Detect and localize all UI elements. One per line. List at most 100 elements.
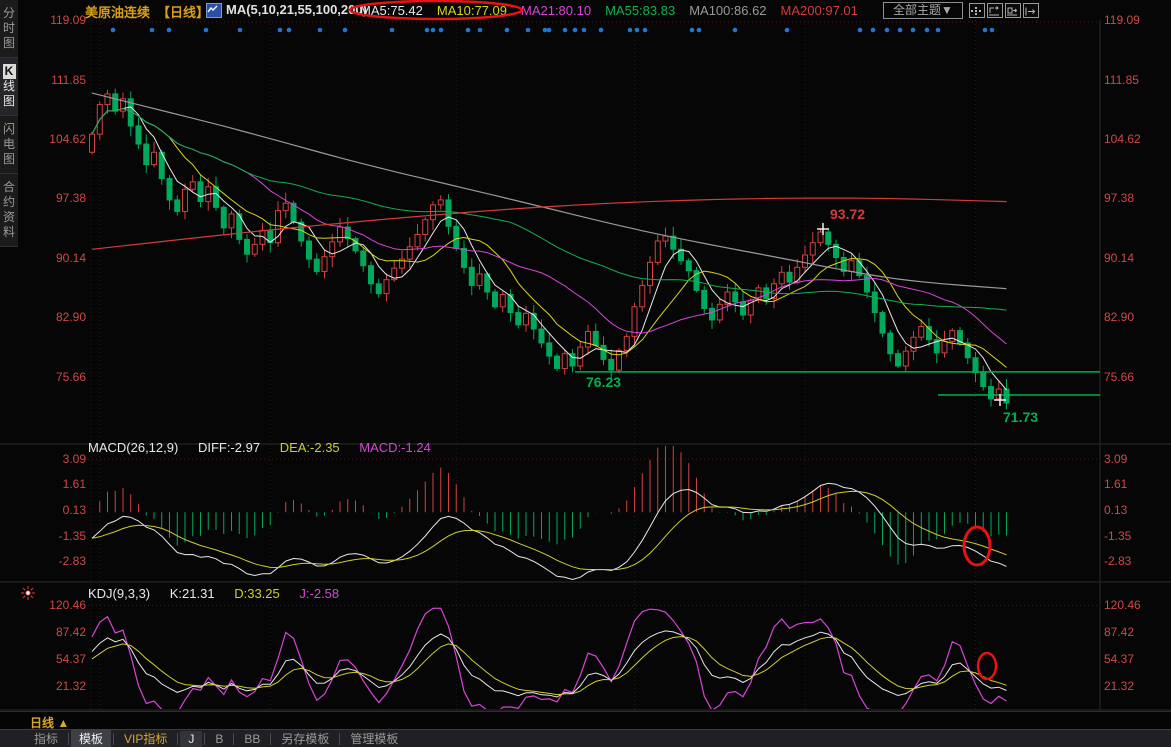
sidebar-item-char: 时: [0, 21, 18, 36]
macd-axis-label-right: -1.35: [1104, 529, 1131, 543]
macd-axis-label-right: 0.13: [1104, 503, 1127, 517]
symbol-title[interactable]: 美原油连续: [85, 2, 150, 21]
toolbar-divider: [233, 733, 234, 745]
kdj-name[interactable]: KDJ(9,3,3): [88, 586, 150, 601]
toolbar-tab-管理模板[interactable]: 管理模板: [342, 729, 406, 747]
macd-axis-label-left: 3.09: [26, 452, 86, 466]
toolbar-tab-VIP指标[interactable]: VIP指标: [116, 729, 175, 747]
sidebar-item-合约资料[interactable]: 合约资料: [0, 174, 18, 247]
indicator-chart-icon[interactable]: [206, 3, 222, 18]
toolbar-divider: [270, 733, 271, 745]
toolbar-divider: [113, 733, 114, 745]
gridlines: [0, 20, 1171, 710]
macd-axis-label-left: 1.61: [26, 477, 86, 491]
price-axis-label-left: 97.38: [26, 191, 86, 205]
macd-axis-label-left: 0.13: [26, 503, 86, 517]
support-lines: [575, 372, 1100, 395]
price-axis-label-left: 111.85: [26, 73, 86, 87]
sidebar-item-分时图[interactable]: 分时图: [0, 0, 18, 58]
low-price-annotation: 71.73: [1003, 409, 1038, 425]
kdj-axis-label-right: 54.37: [1104, 652, 1134, 666]
sidebar-item-K线图[interactable]: K线图: [0, 58, 18, 116]
peak-marker-icon: [817, 223, 829, 235]
macd-cross-circle-annotation: [964, 527, 990, 565]
sidebar-item-char: K: [0, 64, 18, 79]
kdj-axis-label-left: 120.46: [26, 598, 86, 612]
ma-lines: [92, 93, 1007, 390]
chart-header: 美原油连续 【日线】 MA(5,10,21,55,100,200) MA5:75…: [0, 0, 1171, 20]
macd-macd-value: MACD:-1.24: [359, 440, 431, 455]
compress-x-icon[interactable]: [987, 3, 1003, 18]
sidebar-item-char: 图: [0, 94, 18, 109]
toolbar-tab-BB[interactable]: BB: [236, 731, 268, 747]
ma-value: MA5:75.42: [360, 3, 423, 18]
macd-axis-label-right: 3.09: [1104, 452, 1127, 466]
sidebar-item-闪电图[interactable]: 闪电图: [0, 116, 18, 174]
sidebar-item-char: 图: [0, 152, 18, 167]
sidebar-item-char: 资: [0, 210, 18, 225]
toolbar-divider: [204, 733, 205, 745]
bottom-toolbar: 指标模板VIP指标JBBB另存模板管理模板: [0, 729, 1171, 747]
sidebar-item-char: 分: [0, 6, 18, 21]
price-axis-label-left: 90.14: [26, 251, 86, 265]
pan-right-icon[interactable]: [1023, 3, 1039, 18]
macd-header: MACD(26,12,9) DIFF:-2.97 DEA:-2.35 MACD:…: [88, 440, 447, 455]
kdj-cross-circle-annotation: [978, 653, 996, 679]
kdj-axis-label-right: 120.46: [1104, 598, 1141, 612]
sidebar-item-char: 图: [0, 36, 18, 51]
price-axis-label-left: 75.66: [26, 370, 86, 384]
sidebar-item-char: 闪: [0, 122, 18, 137]
ma-value: MA10:77.09: [437, 3, 507, 18]
ma-values: MA5:75.42 MA10:77.09 MA21:80.10 MA55:83.83 M…: [360, 2, 872, 20]
ma-value: MA100:86.62: [689, 3, 766, 18]
toolbar-divider: [68, 733, 69, 745]
peak-price-annotation: 93.72: [830, 206, 865, 222]
macd-axis-label-left: -1.35: [26, 529, 86, 543]
kdj-axis-label-right: 87.42: [1104, 625, 1134, 639]
toolbar-divider: [177, 733, 178, 745]
price-axis-label-right: 111.85: [1104, 73, 1139, 87]
toolbar-tab-B[interactable]: B: [207, 731, 231, 747]
candlesticks: [90, 89, 1010, 410]
sidebar-item-char: 线: [0, 79, 18, 94]
pane-layout-icon[interactable]: [969, 3, 985, 18]
kdj-axis-label-left: 54.37: [26, 652, 86, 666]
support-price-annotation: 76.23: [586, 374, 621, 390]
toolbar-tab-模板[interactable]: 模板: [71, 729, 111, 747]
price-axis-label-right: 75.66: [1104, 370, 1134, 384]
macd-panel: [92, 441, 1007, 579]
price-axis-label-left: 104.62: [26, 132, 86, 146]
sidebar-item-char: 约: [0, 195, 18, 210]
toolbar-tab-指标[interactable]: 指标: [26, 729, 66, 747]
expand-x-icon[interactable]: [1005, 3, 1021, 18]
kdj-axis-label-left: 21.32: [26, 679, 86, 693]
left-sidebar: 分时图K线图闪电图合约资料: [0, 0, 18, 247]
price-axis-label-left: 82.90: [26, 310, 86, 324]
macd-axis-label-right: -2.83: [1104, 554, 1131, 568]
low-marker-icon: [994, 394, 1006, 406]
theme-select-button[interactable]: 全部主题▼: [883, 2, 963, 19]
ma-settings-label: MA(5,10,21,55,100,200): [226, 2, 367, 17]
app-window: 美原油连续 【日线】 MA(5,10,21,55,100,200) MA5:75…: [0, 0, 1171, 747]
sidebar-item-char: 合: [0, 180, 18, 195]
kdj-axis-label-left: 87.42: [26, 625, 86, 639]
event-dots: [111, 28, 995, 33]
price-axis-label-right: 97.38: [1104, 191, 1134, 205]
price-axis-label-right: 104.62: [1104, 132, 1141, 146]
kdj-j-value: J:-2.58: [299, 586, 339, 601]
kdj-panel: [92, 608, 1007, 715]
ma-value: MA55:83.83: [605, 3, 675, 18]
ma-value: MA21:80.10: [521, 3, 591, 18]
toolbar-divider: [339, 733, 340, 745]
macd-axis-label-left: -2.83: [26, 554, 86, 568]
ma-value: MA200:97.01: [781, 3, 858, 18]
sidebar-item-char: 料: [0, 225, 18, 240]
toolbar-tab-J[interactable]: J: [180, 731, 202, 747]
sidebar-item-char: 电: [0, 137, 18, 152]
price-axis-label-right: 90.14: [1104, 251, 1134, 265]
macd-name[interactable]: MACD(26,12,9): [88, 440, 178, 455]
kdj-axis-label-right: 21.32: [1104, 679, 1134, 693]
period-tag[interactable]: 【日线】: [157, 2, 209, 21]
macd-axis-label-right: 1.61: [1104, 477, 1127, 491]
toolbar-tab-另存模板[interactable]: 另存模板: [273, 729, 337, 747]
